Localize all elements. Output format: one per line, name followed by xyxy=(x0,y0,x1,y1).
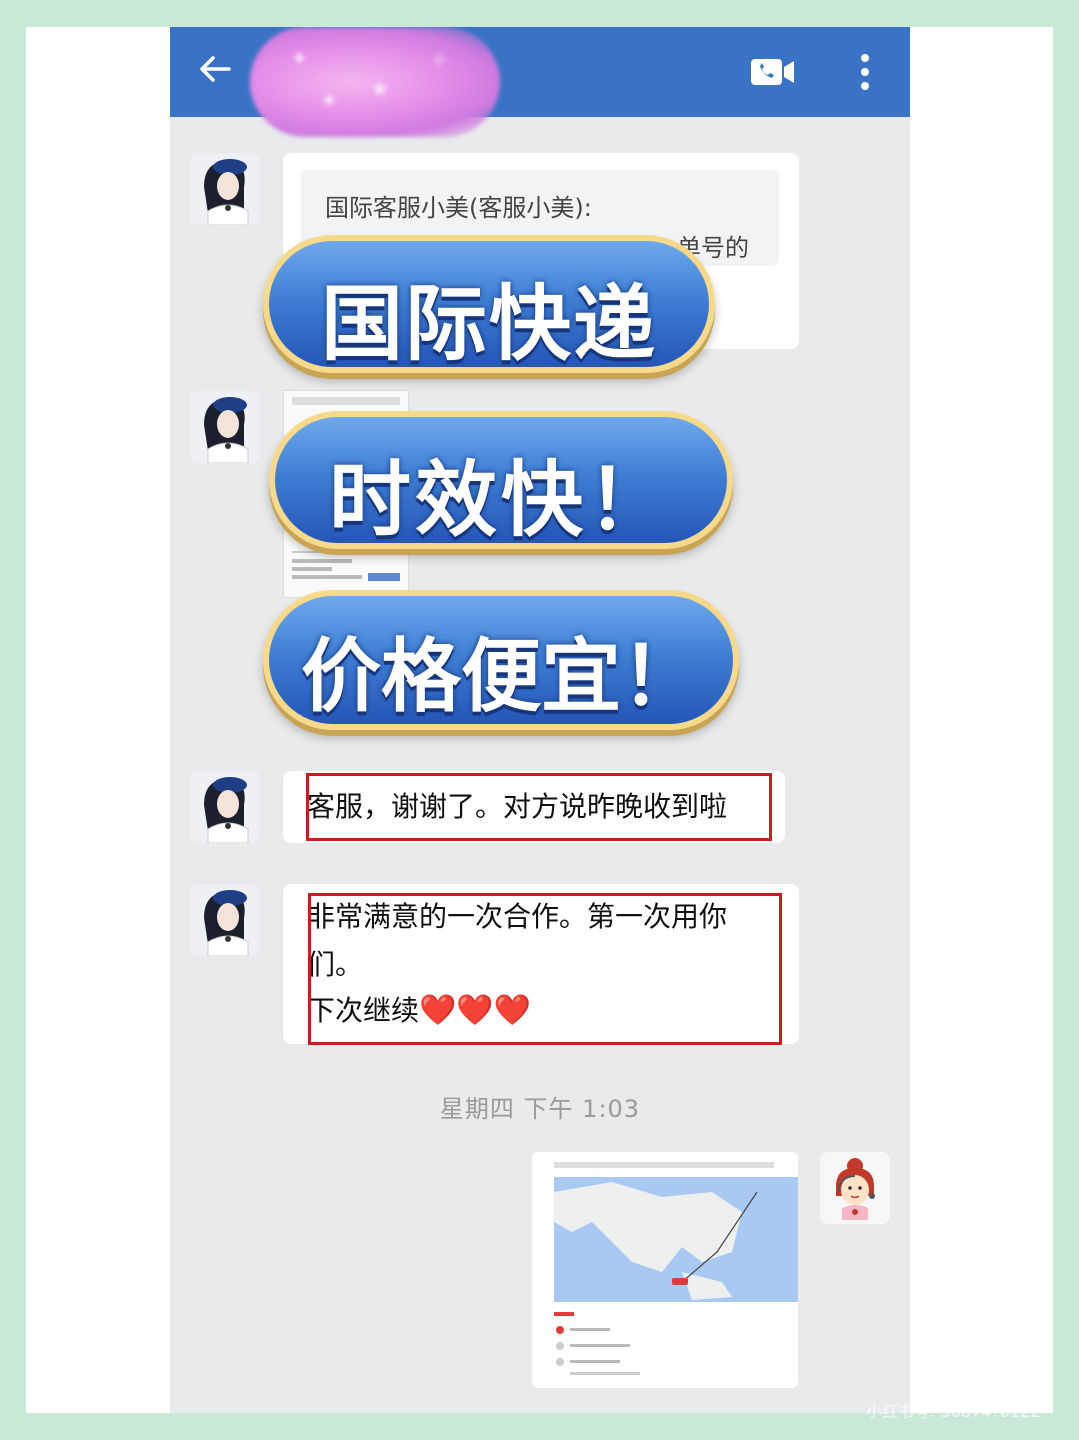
highlight-box xyxy=(308,893,782,1045)
contact-avatar[interactable] xyxy=(190,153,260,225)
video-call-button[interactable] xyxy=(750,57,796,87)
headline-pill-1: 国际快递 xyxy=(263,235,715,373)
highlight-box xyxy=(306,773,772,841)
customer-service-avatar-icon xyxy=(820,1152,890,1224)
avatar-icon xyxy=(190,884,260,956)
watermark-text: 小红书号: 56874?0122 xyxy=(866,1402,1041,1421)
chat-timestamp: 星期四 下午 1:03 xyxy=(439,1095,641,1123)
more-options-button[interactable] xyxy=(850,49,880,95)
sent-image-message[interactable] xyxy=(532,1152,798,1388)
avatar-icon xyxy=(190,771,260,843)
contact-avatar[interactable] xyxy=(190,391,260,463)
contact-avatar[interactable] xyxy=(190,884,260,956)
chat-screen: ✦ ★ ✧ ✦ 国际客服小美(客服小美): 单号的 国际快递 时效快！ 价格便宜… xyxy=(170,27,910,1413)
headline-text-3: 价格便宜！ xyxy=(301,630,701,723)
more-vertical-icon xyxy=(861,54,869,90)
my-avatar[interactable] xyxy=(820,1152,890,1224)
tracking-map-screenshot xyxy=(532,1152,798,1388)
blurred-contact-name: ✦ ★ ✧ ✦ xyxy=(250,27,500,137)
quoted-sender: 国际客服小美(客服小美): xyxy=(325,194,592,222)
avatar-icon xyxy=(190,391,260,463)
headline-text-2: 时效快！ xyxy=(328,453,673,548)
headline-pill-2: 时效快！ xyxy=(269,411,733,549)
contact-avatar[interactable] xyxy=(190,771,260,843)
headline-pill-3: 价格便宜！ xyxy=(263,590,739,730)
watermark-badge: 小红书 xyxy=(998,1372,1044,1394)
chat-header: ✦ ★ ✧ ✦ xyxy=(170,27,910,137)
arrow-left-icon xyxy=(200,56,231,82)
avatar-icon xyxy=(190,153,260,225)
headline-text-1: 国际快递 xyxy=(320,277,657,372)
back-button[interactable] xyxy=(192,49,238,95)
video-call-icon xyxy=(751,59,794,85)
